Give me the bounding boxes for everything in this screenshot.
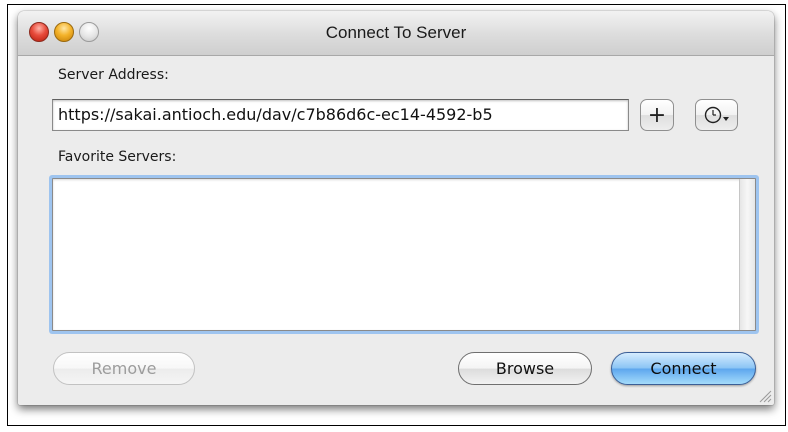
screenshot-frame: Connect To Server Server Address: https:… (7, 4, 786, 426)
resize-grip-icon[interactable] (757, 388, 772, 403)
connect-button[interactable]: Connect (611, 352, 756, 385)
title-bar[interactable]: Connect To Server (18, 11, 774, 56)
add-to-favorites-button[interactable]: + (640, 99, 674, 131)
favorite-servers-list[interactable] (52, 178, 756, 331)
remove-button[interactable]: Remove (53, 352, 195, 385)
scrollbar-track[interactable] (739, 179, 755, 330)
recent-servers-button[interactable] (695, 99, 738, 131)
server-address-label: Server Address: (58, 67, 169, 83)
clock-icon (704, 106, 729, 124)
plus-icon: + (647, 102, 667, 128)
favorite-servers-label: Favorite Servers: (58, 149, 177, 165)
browse-button[interactable]: Browse (458, 352, 592, 385)
chevron-down-icon (722, 117, 729, 121)
window-title: Connect To Server (325, 23, 467, 42)
connect-to-server-window: Connect To Server Server Address: https:… (18, 11, 774, 405)
server-address-input[interactable]: https://sakai.antioch.edu/dav/c7b86d6c-e… (52, 99, 629, 131)
